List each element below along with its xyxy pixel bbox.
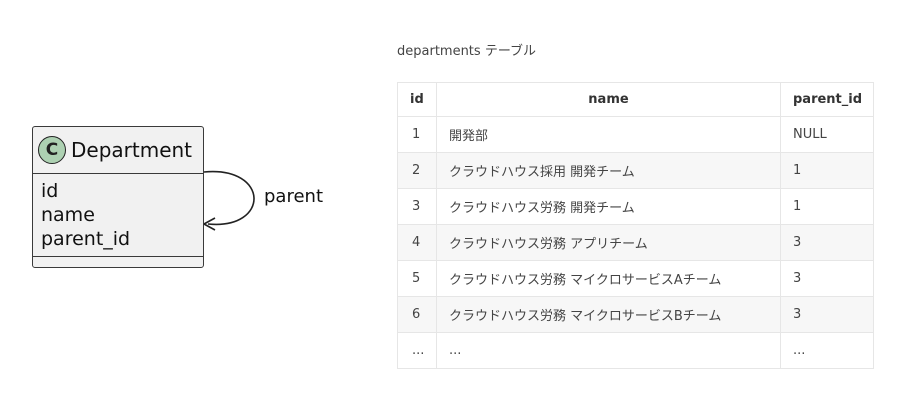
table-header-row: id name parent_id (397, 82, 874, 117)
attribute-name: name (41, 204, 95, 226)
cell-name: クラウドハウス労務 開発チーム (436, 188, 781, 225)
class-header: C Department (33, 127, 203, 174)
cell-parent-id: 1 (780, 188, 874, 225)
attribute-id: id (41, 180, 59, 202)
cell-id: 4 (397, 224, 437, 261)
cell-parent-id: NULL (780, 116, 874, 153)
table-row: 2 クラウドハウス採用 開発チーム 1 (397, 152, 874, 189)
class-attributes: id name parent_id (33, 174, 203, 257)
cell-id: 2 (397, 152, 437, 189)
table-row: 5 クラウドハウス労務 マイクロサービスAチーム 3 (397, 260, 874, 297)
cell-parent-id: 3 (780, 296, 874, 333)
table-row: ... ... ... (397, 332, 874, 369)
table-row: 4 クラウドハウス労務 アプリチーム 3 (397, 224, 874, 261)
table-row: 6 クラウドハウス労務 マイクロサービスBチーム 3 (397, 296, 874, 333)
cell-name: 開発部 (436, 116, 781, 153)
cell-parent-id: 3 (780, 224, 874, 261)
class-name: Department (71, 138, 193, 162)
cell-id: ... (397, 332, 437, 369)
cell-name: ... (436, 332, 781, 369)
attribute-parent-id: parent_id (41, 228, 131, 250)
cell-parent-id: 1 (780, 152, 874, 189)
column-header-name: name (436, 82, 781, 117)
column-header-parent-id: parent_id (780, 82, 874, 117)
table-caption: departments テーブル (397, 44, 537, 59)
department-class-box: C Department id name parent_id (32, 126, 204, 268)
cell-parent-id: 3 (780, 260, 874, 297)
cell-id: 3 (397, 188, 437, 225)
class-methods (33, 257, 203, 267)
cell-name: クラウドハウス労務 マイクロサービスBチーム (436, 296, 781, 333)
cell-name: クラウドハウス労務 アプリチーム (436, 224, 781, 261)
cell-name: クラウドハウス労務 マイクロサービスAチーム (436, 260, 781, 297)
column-header-id: id (397, 82, 437, 117)
cell-parent-id: ... (780, 332, 874, 369)
class-stereotype-icon: C (38, 136, 66, 164)
table-row: 3 クラウドハウス労務 開発チーム 1 (397, 188, 874, 225)
cell-name: クラウドハウス採用 開発チーム (436, 152, 781, 189)
departments-table: id name parent_id 1 開発部 NULL 2 クラウドハウス採用… (397, 82, 874, 369)
cell-id: 6 (397, 296, 437, 333)
cell-id: 5 (397, 260, 437, 297)
association-label: parent (264, 186, 324, 207)
self-association-arrow (203, 170, 255, 231)
table-row: 1 開発部 NULL (397, 116, 874, 153)
cell-id: 1 (397, 116, 437, 153)
